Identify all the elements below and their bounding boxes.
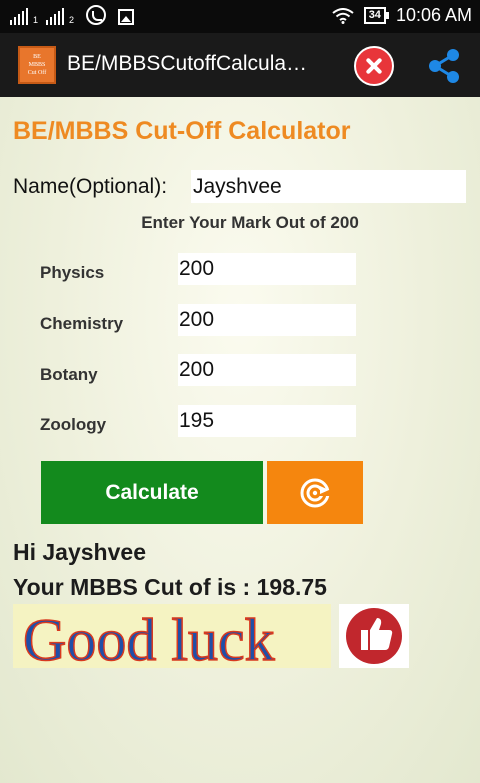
botany-input[interactable] bbox=[178, 354, 356, 386]
chemistry-label: Chemistry bbox=[40, 314, 124, 333]
thumbs-up-icon bbox=[339, 604, 409, 668]
physics-label: Physics bbox=[40, 263, 105, 282]
zoology-input[interactable] bbox=[178, 405, 356, 437]
sim1-label: 1 bbox=[33, 15, 39, 25]
wifi-icon bbox=[332, 7, 354, 24]
good-luck-banner: Good luck bbox=[13, 604, 331, 668]
share-icon[interactable] bbox=[424, 46, 464, 86]
signal-icon bbox=[46, 7, 65, 25]
physics-input[interactable] bbox=[178, 253, 356, 285]
app-icon[interactable]: BE MBBS Cut Off bbox=[18, 46, 56, 84]
botany-label: Botany bbox=[40, 365, 98, 384]
status-bar: 1 2 34 10:06 AM bbox=[0, 0, 480, 33]
cutoff-result: Your MBBS Cut of is : 198.75 bbox=[13, 574, 327, 600]
name-input[interactable] bbox=[191, 170, 466, 203]
signal-icon bbox=[10, 7, 28, 25]
chemistry-input[interactable] bbox=[178, 304, 356, 336]
action-bar: BE MBBS Cut Off BE/MBBSCutoffCalcula… bbox=[0, 33, 480, 97]
greeting-text: Hi Jayshvee bbox=[13, 539, 146, 565]
good-luck-text: Good luck bbox=[23, 607, 275, 668]
app-title: BE/MBBSCutoffCalcula… bbox=[67, 52, 308, 75]
page-title: BE/MBBS Cut-Off Calculator bbox=[13, 117, 351, 145]
image-icon bbox=[118, 9, 135, 25]
battery-icon: 34 bbox=[363, 7, 390, 24]
name-label: Name(Optional): bbox=[13, 175, 168, 198]
instruction-text: Enter Your Mark Out of 200 bbox=[141, 213, 359, 232]
calculate-button[interactable]: Calculate bbox=[41, 461, 263, 524]
refresh-icon bbox=[300, 478, 331, 507]
close-button[interactable] bbox=[354, 46, 394, 86]
zoology-label: Zoology bbox=[40, 415, 107, 434]
reset-button[interactable] bbox=[267, 461, 363, 524]
clock: 10:06 AM bbox=[395, 5, 472, 25]
sim2-label: 2 bbox=[69, 15, 75, 25]
whatsapp-icon bbox=[86, 5, 107, 25]
